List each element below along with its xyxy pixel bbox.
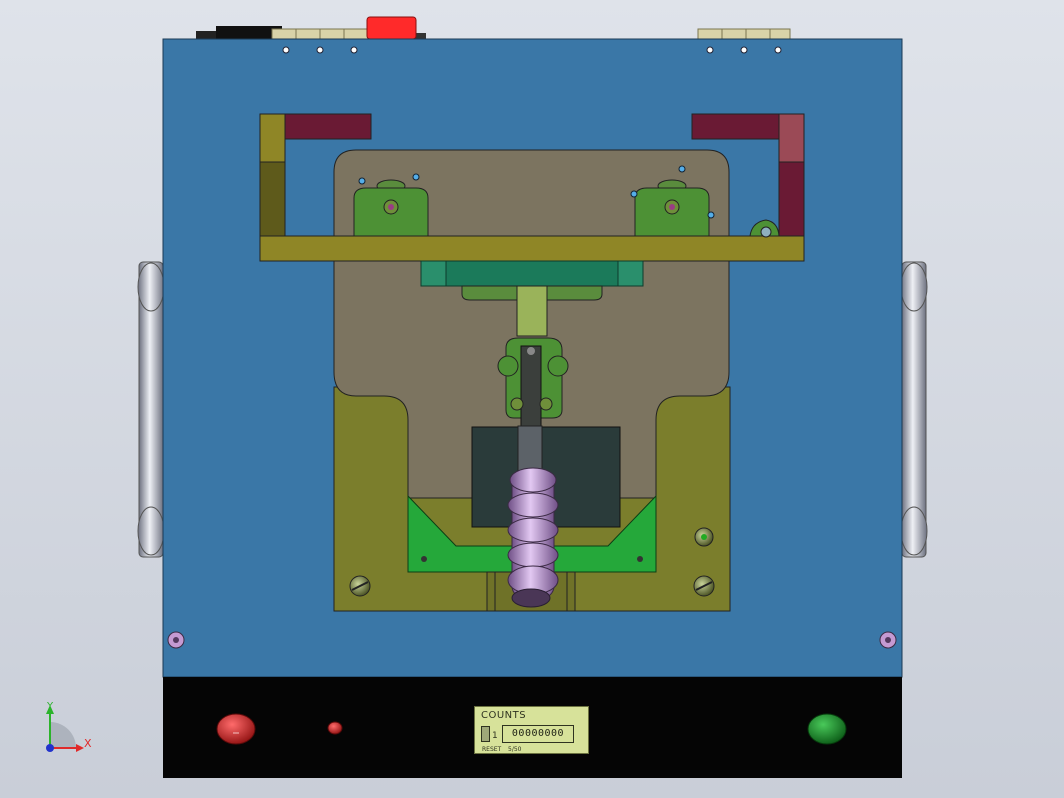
left-side-handle[interactable] bbox=[137, 261, 165, 558]
counter-panel: COUNTS 1 00000000 RESET 5/50 bbox=[474, 706, 589, 754]
counter-rate-label: 5/50 bbox=[508, 746, 522, 753]
counter-value: 00000000 bbox=[502, 725, 574, 743]
counter-reset-label: RESET bbox=[482, 746, 502, 753]
triad-x-label: X bbox=[84, 737, 92, 750]
counter-digit-label: 1 bbox=[492, 731, 498, 741]
lilac-handle[interactable] bbox=[507, 467, 559, 608]
emergency-stop-button[interactable] bbox=[366, 16, 417, 40]
coordinate-triad: Y X bbox=[46, 701, 92, 752]
top-hinge-right bbox=[697, 28, 791, 40]
right-side-handle[interactable] bbox=[900, 261, 928, 558]
indicator-light bbox=[327, 721, 343, 735]
reset-icon[interactable] bbox=[481, 726, 490, 742]
cad-viewport[interactable]: Y X bbox=[0, 0, 1064, 798]
green-mount-left bbox=[353, 179, 429, 237]
triad-y-label: Y bbox=[46, 701, 54, 712]
green-mount-right bbox=[634, 179, 710, 237]
stop-button[interactable] bbox=[216, 713, 256, 745]
teal-bar bbox=[420, 260, 644, 287]
start-button[interactable] bbox=[807, 713, 847, 745]
counter-title: COUNTS bbox=[481, 710, 527, 721]
